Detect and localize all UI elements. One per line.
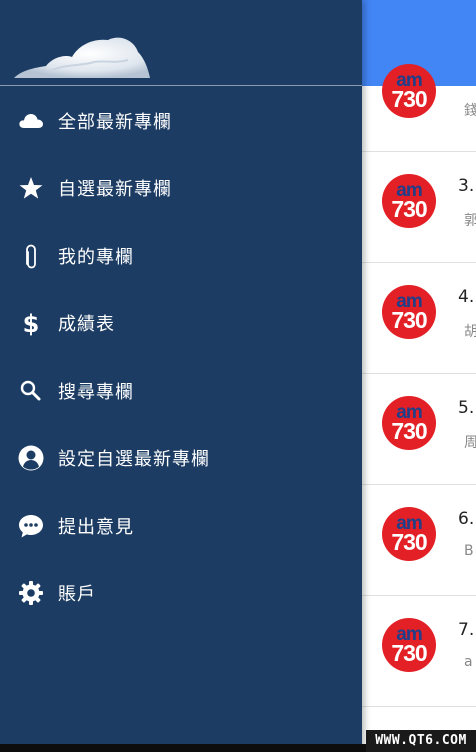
- drawer-item-label: 全部最新專欄: [58, 112, 172, 133]
- am730-logo: am 730: [382, 507, 436, 561]
- list-item-title: 4.: [458, 287, 475, 307]
- list-item-subtitle: 胡: [464, 324, 476, 340]
- am730-logo: am 730: [382, 64, 436, 118]
- search-icon: [20, 380, 41, 401]
- list-item-subtitle: 周: [464, 435, 476, 451]
- drawer-item-custom-latest[interactable]: 自選最新專欄: [0, 157, 362, 217]
- list-item-subtitle: 郭: [464, 213, 476, 229]
- drawer-item-label: 自選最新專欄: [58, 179, 172, 200]
- list-item[interactable]: am 730 錢: [362, 64, 476, 152]
- navigation-drawer: 全部最新專欄 自選最新專欄 我的專欄 $ 成績表 搜尋專欄 設定自選最新專欄 提…: [0, 0, 362, 752]
- am730-logo: am 730: [382, 618, 436, 672]
- paperclip-icon: [26, 244, 36, 269]
- drawer-item-label: 我的專欄: [58, 247, 134, 268]
- list-item-subtitle: a: [464, 654, 473, 670]
- svg-text:$: $: [23, 310, 40, 337]
- cloud-icon: [19, 114, 43, 128]
- drawer-item-label: 賬戶: [58, 584, 96, 605]
- drawer-item-search[interactable]: 搜尋專欄: [0, 360, 362, 420]
- list-item[interactable]: am 730 7. a: [362, 596, 476, 707]
- star-icon: [19, 177, 43, 199]
- column-list: am 730 錢 am 730 3. 郭 am 730 4. 胡 am 730: [362, 64, 476, 707]
- list-item[interactable]: am 730 6. B: [362, 485, 476, 596]
- list-item-title: 6.: [458, 509, 475, 529]
- list-item-title: 5.: [458, 398, 475, 418]
- list-item[interactable]: am 730 4. 胡: [362, 263, 476, 374]
- list-item-subtitle: B: [464, 543, 474, 559]
- drawer-item-settings-custom[interactable]: 設定自選最新專欄: [0, 427, 362, 487]
- drawer-item-all-latest[interactable]: 全部最新專欄: [0, 90, 362, 150]
- am730-logo: am 730: [382, 285, 436, 339]
- am730-logo: am 730: [382, 396, 436, 450]
- chat-bubble-icon: [19, 515, 43, 538]
- cloud-logo-icon: [14, 37, 150, 78]
- list-item-title: 7.: [458, 620, 475, 640]
- drawer-item-label: 成績表: [58, 314, 115, 335]
- list-item-title: 3.: [458, 176, 475, 196]
- drawer-item-my-columns[interactable]: 我的專欄: [0, 225, 362, 285]
- drawer-item-feedback[interactable]: 提出意見: [0, 495, 362, 555]
- drawer-item-label: 設定自選最新專欄: [58, 449, 210, 470]
- list-item[interactable]: am 730 5. 周: [362, 374, 476, 485]
- am730-logo: am 730: [382, 174, 436, 228]
- dollar-icon: $: [23, 310, 40, 337]
- drawer-item-label: 搜尋專欄: [58, 382, 134, 403]
- drawer-item-scoreboard[interactable]: $ 成績表: [0, 292, 362, 352]
- list-item[interactable]: am 730 3. 郭: [362, 152, 476, 263]
- gear-icon: [19, 581, 43, 605]
- drawer-header: [0, 0, 362, 86]
- person-icon: [18, 445, 44, 471]
- drawer-item-label: 提出意見: [58, 517, 134, 538]
- watermark: WWW.QT6.COM: [366, 730, 476, 752]
- list-item-subtitle: 錢: [464, 103, 476, 119]
- drawer-item-account[interactable]: 賬戶: [0, 562, 362, 622]
